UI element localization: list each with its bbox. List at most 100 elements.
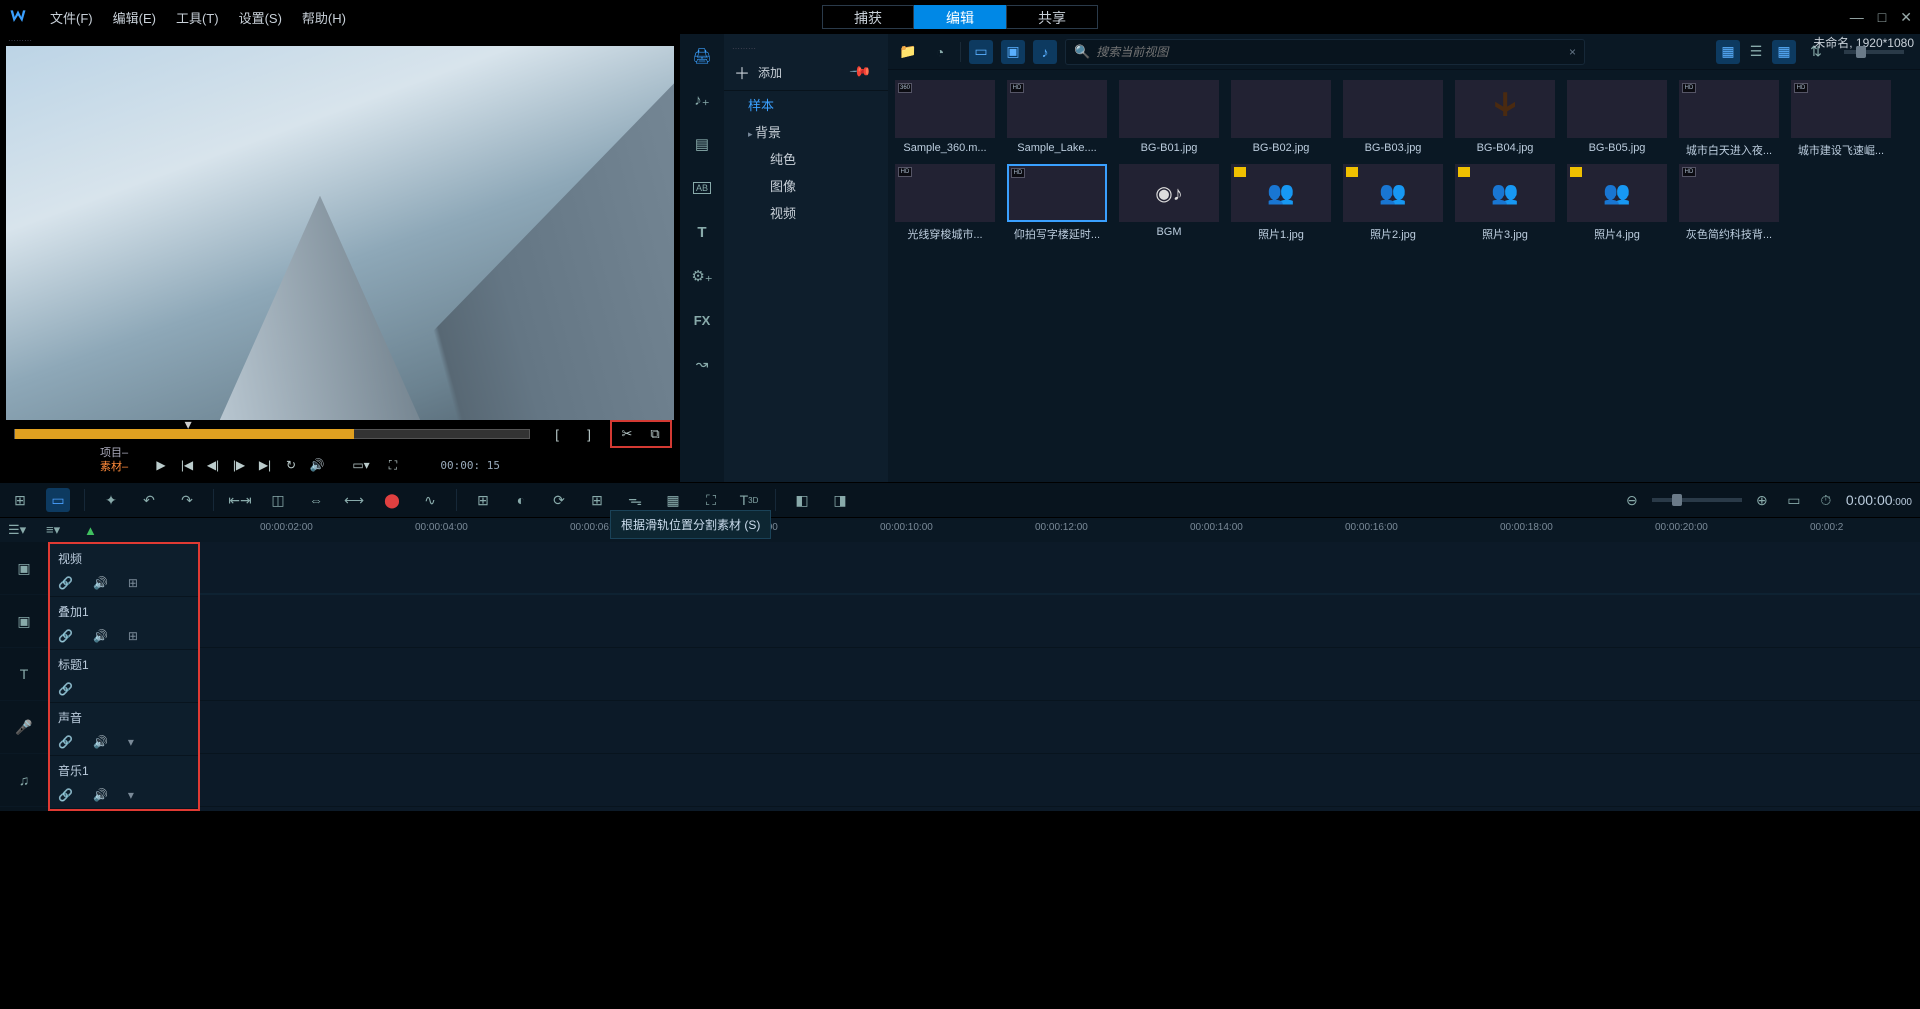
filter-audio-icon[interactable]: ♪ [1033,40,1057,64]
tool-multi-icon[interactable]: ⊞ [471,488,495,512]
zoom-in-icon[interactable]: ⊕ [1750,488,1774,512]
title-tab-icon[interactable]: AB [690,176,714,200]
media-thumb[interactable]: HD城市白天进入夜... [1676,80,1782,158]
tool-slip-icon[interactable]: ⟷ [342,488,366,512]
redo-icon[interactable]: ↷ [175,488,199,512]
track-option-icon[interactable]: 🔗 [58,788,73,802]
preview-scrubber[interactable] [14,429,530,439]
track-option-icon[interactable]: ⊞ [128,629,138,643]
view-detail-icon[interactable]: ▦ [1716,40,1740,64]
track-lane[interactable] [200,754,1920,807]
media-thumb[interactable]: BG-B01.jpg [1116,80,1222,158]
tool-3d-icon[interactable]: T3D [737,488,761,512]
menu-help[interactable]: 帮助(H) [292,8,356,27]
preview-viewport[interactable] [6,46,674,420]
play-button[interactable]: ▶ [150,454,172,476]
track-header[interactable]: 叠加1🔗🔊⊞ [50,597,198,650]
tree-image[interactable]: 图像 [724,172,888,199]
audio-tab-icon[interactable]: ♪₊ [690,88,714,112]
menu-settings[interactable]: 设置(S) [229,8,292,27]
track-type-icon[interactable]: ♫ [0,754,48,807]
tab-capture[interactable]: 捕获 [822,5,914,29]
tool-record-icon[interactable]: ⬤ [380,488,404,512]
media-thumb[interactable]: HD城市建设飞速崛... [1788,80,1894,158]
timeline-timecode[interactable]: 0:00:00:000 [1846,492,1912,509]
mark-out-button[interactable]: ] [578,424,600,444]
tab-share[interactable]: 共享 [1006,5,1098,29]
tree-background[interactable]: 背景 [724,118,888,145]
track-option-icon[interactable]: ⊞ [128,576,138,590]
timeline-ruler[interactable]: 00:00:02:0000:00:04:0000:00:06:0000:00:0… [200,518,1920,542]
track-type-icon[interactable]: ▣ [0,595,48,648]
go-end-button[interactable]: ▶| [254,454,276,476]
track-type-icon[interactable]: 🎤 [0,701,48,754]
tool-speed-icon[interactable]: ⟳ [547,488,571,512]
step-fwd-button[interactable]: |▶ [228,454,250,476]
panel-grip[interactable] [724,42,888,54]
import-disc-icon[interactable]: ◔ [928,40,952,64]
track-option-icon[interactable]: 🔗 [58,735,73,749]
close-button[interactable]: ✕ [1900,9,1912,26]
panel-grip[interactable] [0,34,680,46]
tool-grid-icon[interactable]: ⊞ [585,488,609,512]
media-thumb[interactable]: 照片1.jpg [1228,164,1334,242]
tool-track-icon[interactable]: ▦ [661,488,685,512]
track-menu-1[interactable]: ☰▾ [8,522,28,538]
aspect-button[interactable]: ▭▾ [350,454,372,476]
media-thumb[interactable]: BG-B03.jpg [1340,80,1446,158]
settings-tab-icon[interactable]: ⚙₊ [690,264,714,288]
undo-icon[interactable]: ↶ [137,488,161,512]
zoom-out-icon[interactable]: ⊖ [1620,488,1644,512]
track-option-icon[interactable]: 🔊 [93,629,108,643]
tool-stretch-icon[interactable]: ⇔ [304,488,328,512]
media-thumb[interactable]: HDSample_Lake.... [1004,80,1110,158]
fx-tab-icon[interactable]: FX [690,308,714,332]
clear-search-icon[interactable]: × [1569,45,1576,59]
track-type-icon[interactable]: ▣ [0,542,48,595]
track-lane[interactable] [200,542,1920,595]
media-thumb[interactable]: HD仰拍写字楼延时... [1004,164,1110,242]
media-thumb[interactable]: BG-B04.jpg [1452,80,1558,158]
transition-tab-icon[interactable]: ▤ [690,132,714,156]
thumb-size-slider[interactable] [1844,50,1904,54]
track-lane[interactable] [200,595,1920,648]
view-grid-icon[interactable]: ▦ [1772,40,1796,64]
search-input[interactable]: 🔍 × [1065,39,1585,65]
tab-edit[interactable]: 编辑 [914,5,1006,29]
tool-audio-icon[interactable]: ∿ [418,488,442,512]
loop-button[interactable]: ↻ [280,454,302,476]
maximize-button[interactable]: □ [1878,9,1886,26]
go-start-button[interactable]: |◀ [176,454,198,476]
track-header[interactable]: 声音🔗🔊▾ [50,703,198,756]
mark-in-button[interactable]: [ [546,424,568,444]
tree-sample[interactable]: 样本 [724,91,888,118]
media-tab-icon[interactable]: 🖨 [690,44,714,68]
tool-mask-icon[interactable]: ◐ [509,488,533,512]
mode-project[interactable]: 项目– [100,446,128,460]
tool-chapter-icon[interactable]: ◧ [790,488,814,512]
split-clip-button[interactable]: ✂ [616,424,638,444]
import-folder-icon[interactable]: 📁 [896,40,920,64]
tool-motion-icon[interactable]: ᯓ [623,488,647,512]
track-header[interactable]: 音乐1🔗🔊▾ [50,756,198,809]
track-menu-2[interactable]: ≡▾ [46,522,66,538]
media-thumb[interactable]: 照片4.jpg [1564,164,1670,242]
tool-magic-icon[interactable]: ✦ [99,488,123,512]
media-thumb[interactable]: HD光线穿梭城市... [892,164,998,242]
tree-video[interactable]: 视频 [724,199,888,226]
track-option-icon[interactable]: ▾ [128,788,134,802]
track-option-icon[interactable]: 🔗 [58,576,73,590]
media-thumb[interactable]: BG-B05.jpg [1564,80,1670,158]
media-thumb[interactable]: BGM [1116,164,1222,242]
tool-crop-icon[interactable]: ◫ [266,488,290,512]
track-header[interactable]: 视频🔗🔊⊞ [50,544,198,597]
fullscreen-button[interactable]: ⛶ [382,454,404,476]
mode-clip[interactable]: 素材– [100,460,128,474]
tree-solid[interactable]: 纯色 [724,145,888,172]
track-header[interactable]: 标题1🔗 [50,650,198,703]
timeline-view-icon[interactable]: ▭ [46,488,70,512]
menu-file[interactable]: 文件(F) [40,8,103,27]
storyboard-view-icon[interactable]: ⊞ [8,488,32,512]
media-thumb[interactable]: HD灰色简约科技背... [1676,164,1782,242]
track-type-icon[interactable]: T [0,648,48,701]
